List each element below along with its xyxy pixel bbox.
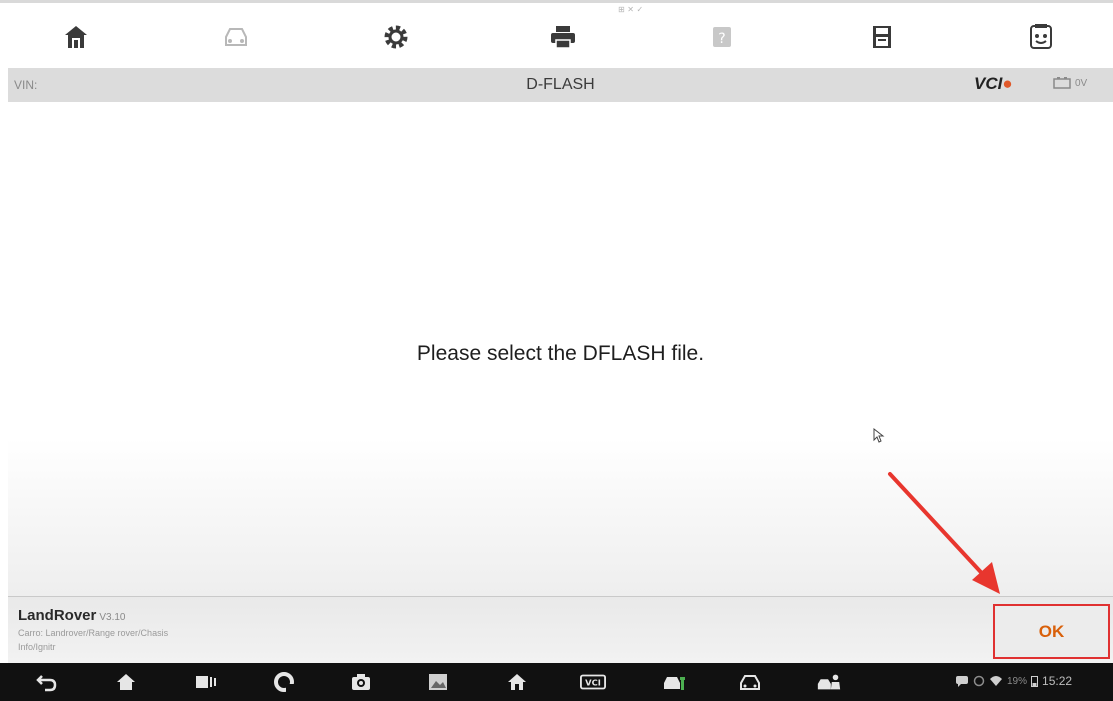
sync-icon (973, 675, 985, 687)
svg-text:VCI: VCI (585, 678, 601, 688)
home-icon[interactable] (56, 17, 96, 57)
vehicle-make: LandRover V3.10 (18, 607, 126, 624)
battery-percent: 19% (1007, 675, 1028, 687)
vehicle-icon[interactable] (216, 17, 256, 57)
vci-label: VCI (974, 74, 1003, 93)
vci-icon[interactable]: VCI (580, 671, 606, 693)
voltage-value: 0V (1075, 77, 1088, 89)
car-icon[interactable] (737, 671, 763, 693)
wifi-icon (990, 676, 1002, 686)
voltage-indicator: 0V (1053, 77, 1087, 89)
vin-bar: VIN: D-FLASH VCI● 0V (8, 68, 1113, 102)
car-service-icon[interactable] (816, 671, 842, 693)
page-title: D-FLASH (526, 76, 595, 93)
main-content: Please select the DFLASH file. (8, 102, 1113, 596)
recent-apps-icon[interactable] (193, 671, 219, 693)
battery-icon (1053, 77, 1071, 89)
instruction-message: Please select the DFLASH file. (416, 342, 705, 365)
camera-icon[interactable] (348, 671, 374, 693)
help-icon[interactable]: ? (702, 17, 742, 57)
make-label: LandRover (18, 607, 97, 624)
message-icon (956, 676, 968, 687)
vehicle-info: Info/Ignitr (18, 642, 56, 652)
window-controls-label: ⊞ ✕ ✓ (618, 5, 644, 14)
print-icon[interactable] (543, 17, 583, 57)
top-toolbar: ⊞ ✕ ✓ ? (0, 0, 1113, 68)
save-icon[interactable] (862, 17, 902, 57)
clock: 15:22 (1042, 674, 1073, 688)
system-navigation-bar: VCI 19% 15:22 (0, 663, 1113, 701)
system-status-area: 19% 15:22 (955, 674, 1072, 688)
ok-button[interactable]: OK (993, 604, 1110, 659)
vehicle-path: Carro: Landrover/Range rover/Chasis (18, 628, 169, 638)
screenshot-icon[interactable] (425, 671, 451, 693)
data-manager-icon[interactable] (1021, 17, 1061, 57)
mouse-cursor-icon (873, 428, 885, 443)
autel-home-icon[interactable] (504, 671, 530, 693)
browser-icon[interactable] (271, 671, 297, 693)
battery-level-icon (1031, 676, 1039, 687)
svg-text:?: ? (718, 31, 725, 47)
software-version: V3.10 (99, 612, 126, 623)
vci-status-icon: VCI● (974, 74, 1013, 93)
vehicle-info-footer: LandRover V3.10 Carro: Landrover/Range ro… (8, 596, 1113, 663)
back-icon[interactable] (34, 671, 60, 693)
settings-icon[interactable] (376, 17, 416, 57)
car-diagnose-icon[interactable] (661, 671, 687, 693)
home-icon[interactable] (113, 671, 139, 693)
